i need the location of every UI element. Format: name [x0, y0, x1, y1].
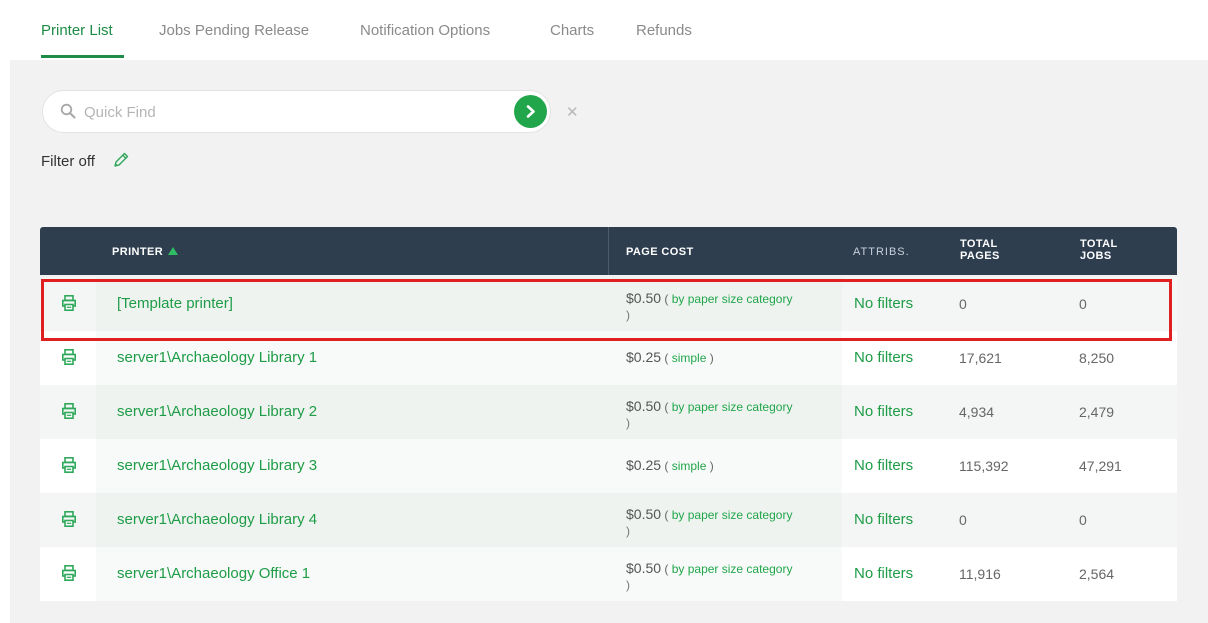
page-cost-amount: $0.50 [626, 560, 662, 576]
tab-bar: Printer List Jobs Pending Release Notifi… [0, 0, 1208, 60]
paren-close: ) [706, 351, 714, 365]
total-jobs-value: 8,250 [1079, 350, 1115, 366]
page-cost-amount: $0.25 [626, 457, 662, 473]
search-icon [60, 103, 76, 119]
column-header-total-pages[interactable]: TOTAL PAGES [960, 238, 1000, 262]
page-cost-amount: $0.25 [626, 349, 662, 365]
cost-mode-link[interactable]: simple [672, 459, 707, 473]
total-pages-value: 0 [959, 512, 967, 528]
page-cost: $0.25 ( simple ) [626, 349, 714, 365]
total-pages-value: 115,392 [959, 458, 1009, 474]
column-header-attribs[interactable]: ATTRIBS. [853, 246, 910, 258]
total-jobs-value: 0 [1079, 512, 1087, 528]
attribs-link[interactable]: No filters [854, 457, 913, 474]
paren-open: ( [661, 459, 672, 473]
printer-icon[interactable] [62, 565, 76, 581]
paren-close: ) [626, 416, 630, 430]
printer-icon[interactable] [62, 457, 76, 473]
pencil-icon[interactable] [112, 151, 130, 169]
printer-name-link[interactable]: server1\Archaeology Library 1 [117, 349, 317, 366]
paren-close: ) [626, 578, 630, 592]
filter-status: Filter off [41, 153, 95, 170]
attribs-link[interactable]: No filters [854, 349, 913, 366]
arrow-right-icon [526, 105, 535, 118]
paren-open: ( [661, 508, 672, 522]
column-header-printer[interactable]: PRINTER [112, 246, 179, 258]
cost-mode-link[interactable]: by paper size category [672, 292, 793, 306]
paren-close: ) [706, 459, 714, 473]
column-header-total-jobs-line1: TOTAL [1080, 238, 1118, 250]
cost-mode-link[interactable]: by paper size category [672, 562, 793, 576]
column-header-total-jobs-line2: JOBS [1080, 250, 1112, 262]
printer-icon[interactable] [62, 403, 76, 419]
printer-name-link[interactable]: server1\Archaeology Library 2 [117, 403, 317, 420]
total-jobs-value: 47,291 [1079, 458, 1122, 474]
sort-ascending-icon [168, 247, 179, 255]
paren-open: ( [661, 562, 672, 576]
column-header-printer-label: PRINTER [112, 246, 164, 258]
page-cost: $0.50 ( by paper size category [626, 506, 792, 522]
column-divider [608, 227, 609, 275]
page-cost: $0.50 ( by paper size category [626, 290, 792, 306]
total-pages-value: 17,621 [959, 350, 1002, 366]
total-jobs-value: 2,564 [1079, 566, 1115, 582]
printer-name-link[interactable]: [Template printer] [117, 295, 233, 312]
active-tab-indicator [41, 55, 124, 58]
page-cost-amount: $0.50 [626, 290, 662, 306]
page-cost-amount: $0.50 [626, 506, 662, 522]
column-header-total-pages-line2: PAGES [960, 250, 1000, 262]
tab-charts[interactable]: Charts [550, 22, 594, 39]
page-cost: $0.25 ( simple ) [626, 457, 714, 473]
table-header: PRINTER PAGE COST ATTRIBS. TOTAL PAGES T… [40, 227, 1177, 275]
attribs-link[interactable]: No filters [854, 511, 913, 528]
tab-notification-options[interactable]: Notification Options [360, 22, 490, 39]
paren-close: ) [626, 308, 630, 322]
close-icon[interactable]: ✕ [566, 103, 579, 121]
page-cost-amount: $0.50 [626, 398, 662, 414]
printer-name-link[interactable]: server1\Archaeology Library 4 [117, 511, 317, 528]
page-cost: $0.50 ( by paper size category [626, 398, 792, 414]
paren-close: ) [626, 524, 630, 538]
total-jobs-value: 0 [1079, 296, 1087, 312]
attribs-link[interactable]: No filters [854, 295, 913, 312]
tab-refunds[interactable]: Refunds [636, 22, 692, 39]
column-header-total-pages-line1: TOTAL [960, 238, 998, 250]
page-cost: $0.50 ( by paper size category [626, 560, 792, 576]
tab-printer-list[interactable]: Printer List [41, 22, 113, 39]
total-jobs-value: 2,479 [1079, 404, 1115, 420]
printer-name-link[interactable]: server1\Archaeology Office 1 [117, 565, 310, 582]
quick-find-input[interactable] [84, 101, 504, 123]
attribs-link[interactable]: No filters [854, 565, 913, 582]
printer-icon[interactable] [62, 349, 76, 365]
total-pages-value: 11,916 [959, 566, 1001, 582]
printer-icon[interactable] [62, 295, 76, 311]
cost-mode-link[interactable]: by paper size category [672, 508, 793, 522]
column-header-total-jobs[interactable]: TOTAL JOBS [1080, 238, 1118, 262]
cost-mode-link[interactable]: by paper size category [672, 400, 793, 414]
cost-mode-link[interactable]: simple [672, 351, 707, 365]
printer-icon[interactable] [62, 511, 76, 527]
paren-open: ( [661, 400, 672, 414]
total-pages-value: 4,934 [959, 404, 995, 420]
paren-open: ( [661, 292, 672, 306]
search-go-button[interactable] [514, 95, 547, 128]
column-header-page-cost[interactable]: PAGE COST [626, 246, 694, 258]
tab-jobs-pending-release[interactable]: Jobs Pending Release [159, 22, 309, 39]
printer-name-link[interactable]: server1\Archaeology Library 3 [117, 457, 317, 474]
attribs-link[interactable]: No filters [854, 403, 913, 420]
paren-open: ( [661, 351, 672, 365]
total-pages-value: 0 [959, 296, 967, 312]
